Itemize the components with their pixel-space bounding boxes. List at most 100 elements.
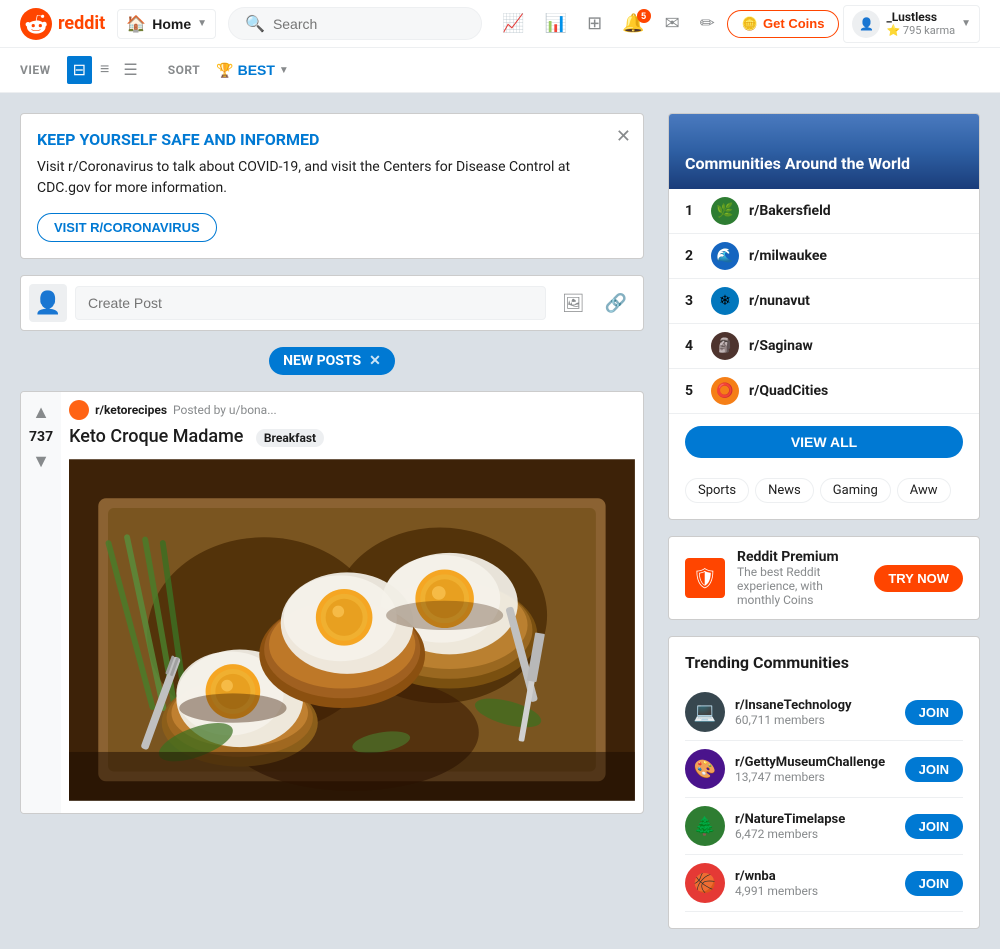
view-icons: ⊟ ≡ ☰ [67, 56, 144, 84]
create-post-bar: 👤 🖼 🔗 [20, 275, 644, 331]
create-post-avatar: 👤 [29, 284, 67, 322]
community-name: r/QuadCities [749, 383, 828, 399]
trending-members: 60,711 members [735, 713, 895, 727]
trending-community-icon: 🎨 [685, 749, 725, 789]
community-icon: 🌿 [711, 197, 739, 225]
sort-value: BEST [238, 62, 275, 78]
join-button[interactable]: JOIN [905, 814, 963, 839]
post-card: ▲ 737 ▼ r/ketorecipes Posted by u/bona..… [20, 391, 644, 814]
feed-column: KEEP YOURSELF SAFE AND INFORMED Visit r/… [20, 113, 644, 929]
community-list-item[interactable]: 4 🗿 r/Saginaw [669, 324, 979, 369]
trending-members: 4,991 members [735, 884, 895, 898]
home-button[interactable]: 🏠 Home ▼ [117, 9, 216, 39]
banner-card: KEEP YOURSELF SAFE AND INFORMED Visit r/… [20, 113, 644, 259]
mail-button[interactable]: ✉ [657, 7, 688, 40]
search-input[interactable] [273, 16, 465, 32]
view-classic-button[interactable]: ☰ [117, 56, 143, 84]
visit-coronavirus-button[interactable]: VISIT R/CORONAVIRUS [37, 213, 217, 242]
username: _Lustless [886, 10, 955, 24]
premium-title: Reddit Premium [737, 549, 862, 565]
notification-button[interactable]: 🔔 5 [614, 7, 652, 40]
add-link-button[interactable]: 🔗 [597, 287, 635, 320]
trending-name[interactable]: r/GettyMuseumChallenge [735, 755, 895, 770]
main-content: KEEP YOURSELF SAFE AND INFORMED Visit r/… [0, 93, 1000, 949]
trending-button[interactable]: 📈 [494, 7, 532, 40]
sort-chevron-icon: ▼ [279, 65, 289, 76]
community-icon: 🗿 [711, 332, 739, 360]
community-button[interactable]: ⊞ [579, 7, 610, 40]
trending-name[interactable]: r/InsaneTechnology [735, 698, 895, 713]
trending-name[interactable]: r/NatureTimelapse [735, 812, 895, 827]
banner-text: Visit r/Coronavirus to talk about COVID-… [37, 157, 627, 199]
community-list: 1 🌿 r/Bakersfield 2 🌊 r/milwaukee 3 ❄ r/… [669, 189, 979, 414]
notification-badge: 5 [637, 9, 651, 23]
community-list-item[interactable]: 3 ❄ r/nunavut [669, 279, 979, 324]
view-card-button[interactable]: ⊟ [67, 56, 92, 84]
join-button[interactable]: JOIN [905, 871, 963, 896]
join-button[interactable]: JOIN [905, 757, 963, 782]
new-posts-label: NEW POSTS [283, 353, 361, 369]
user-karma: ⭐ 795 karma [886, 24, 955, 37]
new-posts-pill[interactable]: NEW POSTS ✕ [269, 347, 395, 375]
trending-name[interactable]: r/wnba [735, 869, 895, 884]
community-list-item[interactable]: 2 🌊 r/milwaukee [669, 234, 979, 279]
community-icon: 🌊 [711, 242, 739, 270]
trending-info: r/InsaneTechnology 60,711 members [735, 698, 895, 727]
reddit-logo-icon [20, 8, 52, 40]
community-icon: ❄ [711, 287, 739, 315]
tag-pill[interactable]: News [755, 478, 814, 503]
tag-pill[interactable]: Aww [897, 478, 951, 503]
community-name: r/Saginaw [749, 338, 813, 354]
trending-community-icon: 🌲 [685, 806, 725, 846]
trending-community-icon: 💻 [685, 692, 725, 732]
community-name: r/nunavut [749, 293, 810, 309]
stats-button[interactable]: 📊 [537, 7, 575, 40]
community-list-item[interactable]: 5 ⭕ r/QuadCities [669, 369, 979, 414]
sidebar-column: Communities Around the World 1 🌿 r/Baker… [668, 113, 980, 929]
banner-close-button[interactable]: ✕ [616, 126, 631, 147]
trending-members: 6,472 members [735, 827, 895, 841]
create-post-input[interactable] [75, 286, 546, 320]
trending-list: 💻 r/InsaneTechnology 60,711 members JOIN… [685, 684, 963, 912]
community-rank: 4 [685, 338, 701, 354]
banner-title: KEEP YOURSELF SAFE AND INFORMED [37, 130, 627, 149]
community-name: r/Bakersfield [749, 203, 831, 219]
add-image-button[interactable]: 🖼 [554, 287, 593, 320]
view-compact-button[interactable]: ≡ [94, 56, 115, 84]
community-rank: 5 [685, 383, 701, 399]
create-post-actions: 🖼 🔗 [554, 287, 635, 320]
logo-area[interactable]: reddit [20, 8, 105, 40]
post-flair[interactable]: Breakfast [256, 429, 324, 447]
search-icon: 🔍 [245, 14, 265, 33]
community-rank: 1 [685, 203, 701, 219]
vote-count: 737 [29, 429, 53, 445]
vote-column: ▲ 737 ▼ [21, 392, 61, 813]
search-bar[interactable]: 🔍 [228, 7, 482, 40]
downvote-button[interactable]: ▼ [30, 449, 52, 474]
community-name: r/milwaukee [749, 248, 827, 264]
post-title-text: Keto Croque Madame [69, 426, 243, 447]
get-coins-button[interactable]: 🪙 Get Coins [727, 10, 840, 38]
premium-card: 🛡 Reddit Premium The best Reddit experie… [668, 536, 980, 620]
try-now-button[interactable]: TRY NOW [874, 565, 963, 592]
community-rank: 2 [685, 248, 701, 264]
sort-button[interactable]: 🏆 BEST ▼ [216, 62, 289, 79]
tag-pill[interactable]: Sports [685, 478, 749, 503]
community-list-item[interactable]: 1 🌿 r/Bakersfield [669, 189, 979, 234]
tag-pill[interactable]: Gaming [820, 478, 891, 503]
tags-row: SportsNewsGamingAww [669, 470, 979, 519]
home-chevron-icon: ▼ [197, 18, 207, 29]
edit-button[interactable]: ✏ [692, 7, 723, 40]
trending-item: 💻 r/InsaneTechnology 60,711 members JOIN [685, 684, 963, 741]
trending-item: 🌲 r/NatureTimelapse 6,472 members JOIN [685, 798, 963, 855]
post-content: r/ketorecipes Posted by u/bona... Keto C… [61, 392, 643, 813]
view-all-button[interactable]: VIEW ALL [685, 426, 963, 458]
join-button[interactable]: JOIN [905, 700, 963, 725]
subreddit-name[interactable]: r/ketorecipes [95, 403, 167, 417]
premium-icon: 🛡 [685, 558, 725, 598]
user-info: _Lustless ⭐ 795 karma [886, 10, 955, 37]
avatar: 👤 [852, 10, 880, 38]
new-posts-close-icon[interactable]: ✕ [369, 353, 381, 369]
user-menu[interactable]: 👤 _Lustless ⭐ 795 karma ▼ [843, 5, 980, 43]
upvote-button[interactable]: ▲ [30, 400, 52, 425]
